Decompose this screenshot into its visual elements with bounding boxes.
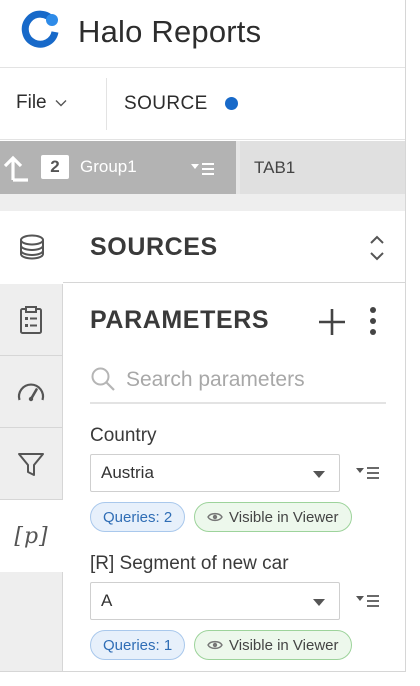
gauge-icon [17,382,45,401]
parameter-label: [R] Segment of new car [90,553,289,574]
source-menu[interactable]: SOURCE [124,93,208,115]
parameter-value: Austria [101,463,154,482]
parameter-icon: [p] [14,523,49,549]
rail-item-report[interactable] [0,284,63,356]
app-title: Halo Reports [78,14,262,49]
rail-item-dashboard[interactable] [0,356,63,428]
rail-item-filters[interactable] [0,428,63,500]
chevron-down-icon [55,100,67,107]
visibility-badge: Visible in Viewer [194,502,352,532]
left-rail: [p] [0,211,63,671]
menu-bar: File SOURCE [0,68,405,140]
arrow-up-corner-icon[interactable] [2,153,30,183]
parameter-value-select[interactable]: Austria [90,454,340,492]
filter-icon [18,452,44,476]
parameter-value: A [101,591,113,610]
file-menu-label: File [16,92,47,113]
visibility-badge-label: Visible in Viewer [229,508,339,526]
parameters-title: PARAMETERS [90,306,270,334]
group-count-badge: 2 [41,155,69,179]
more-vertical-icon[interactable] [366,305,380,337]
visibility-badge: Visible in Viewer [194,630,352,660]
database-icon [19,234,44,260]
queries-badge: Queries: 1 [90,630,186,660]
app-frame: Halo Reports File SOURCE 2 Group1 TAB1 [… [0,0,406,672]
parameter-options-icon[interactable] [355,592,381,610]
tab-group1[interactable]: 2 Group1 [0,141,236,194]
caret-down-icon [313,471,325,478]
tab-tab1-label: TAB1 [254,158,296,177]
parameters-panel: PARAMETERS Country Austria Queries: 2 [63,284,405,671]
eye-icon [207,640,223,650]
sources-title: SOURCES [90,233,218,261]
parameter-value-select[interactable]: A [90,582,340,620]
parameter-label: Country [90,425,157,446]
tab-tab1[interactable]: TAB1 [240,141,405,194]
clipboard-list-icon [20,305,42,334]
expand-collapse-icon[interactable] [366,233,388,263]
rail-item-sources[interactable] [0,211,63,283]
panel-divider [0,194,405,211]
filter-list-icon[interactable] [190,159,216,177]
caret-down-icon [313,599,325,606]
visibility-badge-label: Visible in Viewer [229,636,339,654]
search-icon [91,367,115,391]
parameter-search [90,360,386,404]
queries-badge: Queries: 2 [90,502,186,532]
rail-item-parameters[interactable]: [p] [0,500,63,572]
search-input[interactable] [126,362,384,398]
group-name: Group1 [80,157,137,176]
parameter-options-icon[interactable] [355,464,381,482]
menu-divider [106,78,107,130]
eye-icon [207,512,223,522]
halo-logo-icon [21,10,59,48]
rail-empty-area [0,572,63,671]
add-icon[interactable] [317,307,347,337]
tab-bar: 2 Group1 TAB1 [0,141,405,194]
file-menu[interactable]: File [16,92,67,114]
source-status-dot [225,97,238,110]
sources-section[interactable]: SOURCES [63,211,405,283]
app-header: Halo Reports [0,0,405,68]
